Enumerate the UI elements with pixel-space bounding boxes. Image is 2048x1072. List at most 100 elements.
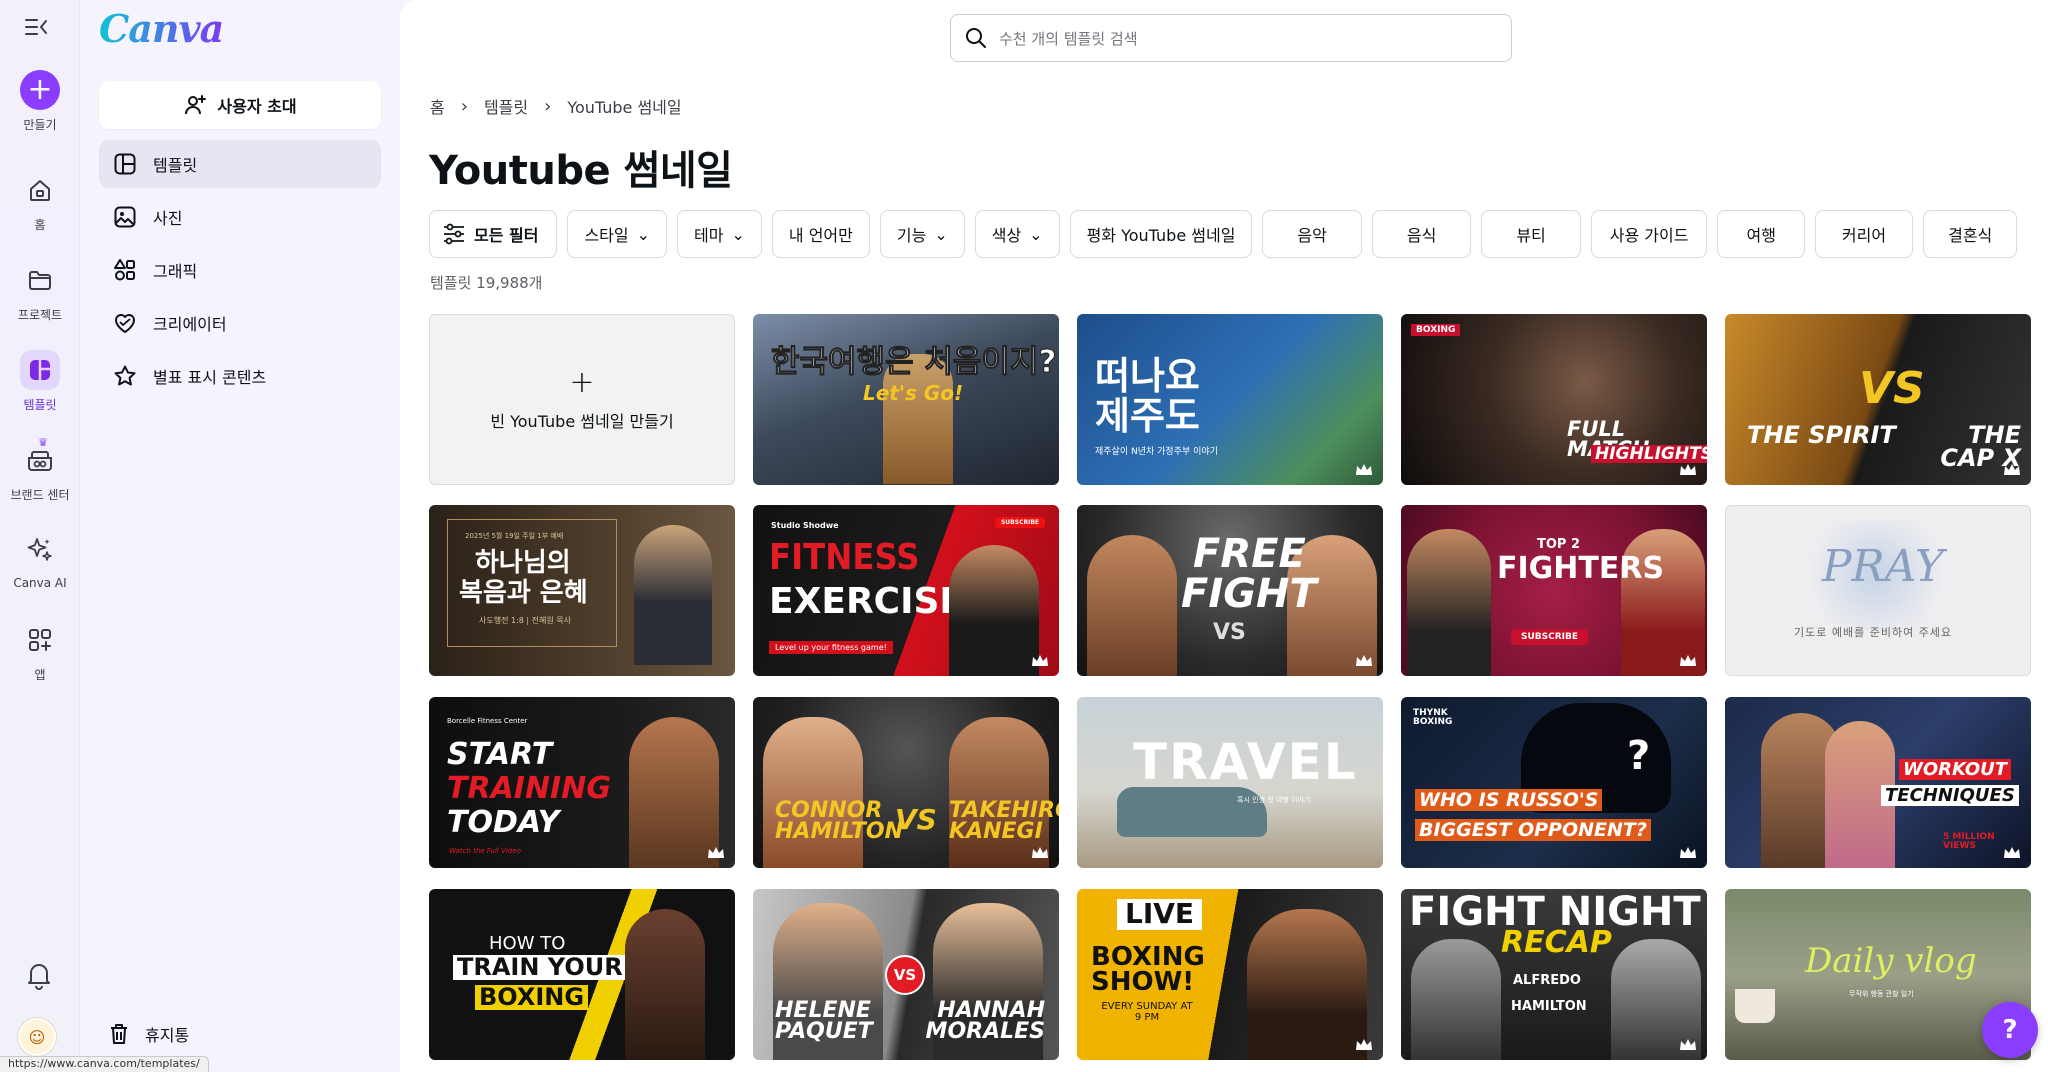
tag-chip[interactable]: 음악 bbox=[1262, 210, 1362, 258]
template-card[interactable]: Studio Shodwe SUBSCRIBE FITNESS EXERCISE… bbox=[753, 505, 1059, 676]
tag-chip[interactable]: 평화 YouTube 썸네일 bbox=[1069, 210, 1253, 258]
folder-icon bbox=[20, 260, 60, 300]
filter-color[interactable]: 색상 ⌄ bbox=[974, 210, 1060, 258]
template-card[interactable]: TOP 2 FIGHTERS SUBSCRIBE bbox=[1401, 505, 1707, 676]
crown-icon bbox=[2004, 464, 2020, 475]
tag-chip[interactable]: 음식 bbox=[1371, 210, 1472, 258]
template-icon bbox=[114, 153, 136, 175]
crown-icon bbox=[1032, 847, 1048, 858]
template-card[interactable]: 2025년 5월 19일 주일 1부 예배 하나님의 복음과 은혜 사도행전 1… bbox=[429, 505, 735, 676]
template-card[interactable]: FREE FIGHT VS bbox=[1077, 505, 1383, 676]
rail-projects[interactable]: 프로젝트 bbox=[0, 260, 80, 323]
sidebar-item-templates[interactable]: 템플릿 bbox=[99, 140, 381, 188]
template-card[interactable]: LIVE BOXING SHOW! EVERY SUNDAY AT 9 PM bbox=[1077, 889, 1383, 1060]
crown-icon bbox=[1356, 655, 1372, 666]
filter-sliders-icon bbox=[444, 223, 464, 245]
sidebar-toggle-icon[interactable] bbox=[24, 16, 50, 38]
template-card[interactable]: HOW TO TRAIN YOUR BOXING bbox=[429, 889, 735, 1060]
chevron-down-icon: ⌄ bbox=[636, 224, 651, 244]
template-card[interactable]: THE SPIRIT VS THE CAP X bbox=[1725, 314, 2031, 485]
template-card[interactable]: TRAVEL 혹시 인생 첫 여행 이야기 bbox=[1077, 697, 1383, 868]
creator-heart-icon bbox=[115, 314, 135, 333]
breadcrumb-home[interactable]: 홈 bbox=[430, 94, 445, 118]
crown-icon: ♛ bbox=[38, 436, 48, 449]
status-bar-url: https://www.canva.com/templates/ bbox=[0, 1056, 209, 1072]
crown-icon bbox=[708, 847, 724, 858]
page-title: Youtube 썸네일 bbox=[429, 148, 733, 194]
plus-icon: + bbox=[569, 364, 595, 400]
template-card[interactable]: 떠나요 제주도 제주살이 N년차 가정주부 이야기 bbox=[1077, 314, 1383, 485]
sidebar-item-starred[interactable]: 별표 표시 콘텐츠 bbox=[99, 352, 381, 400]
template-card[interactable]: 한국여행은 처음이지? Let's Go! bbox=[753, 314, 1059, 485]
chevron-down-icon: ⌄ bbox=[731, 224, 745, 244]
template-count: 템플릿 19,988개 bbox=[430, 274, 543, 292]
filter-theme[interactable]: 테마 ⌄ bbox=[677, 210, 762, 258]
template-card[interactable]: Borcelle Fitness Center START TRAINING T… bbox=[429, 697, 735, 868]
template-card[interactable]: BOXING FULL MATCH HIGHLIGHTS bbox=[1401, 314, 1707, 485]
brand-icon: ♛ bbox=[20, 436, 60, 480]
tag-chip[interactable]: 뷰티 bbox=[1481, 210, 1581, 258]
rail-apps[interactable]: 앱 bbox=[0, 620, 80, 683]
template-card[interactable]: VS HELENE PAQUET HANNAH MORALES bbox=[753, 889, 1059, 1060]
breadcrumb-current: YouTube 썸네일 bbox=[567, 98, 682, 117]
rail-ai[interactable]: Canva AI bbox=[0, 530, 80, 590]
star-icon bbox=[114, 365, 136, 386]
tag-chip[interactable]: 여행 bbox=[1717, 210, 1805, 258]
all-filters-button[interactable]: 모든 필터 bbox=[429, 210, 558, 258]
canva-logo[interactable]: Canva bbox=[99, 6, 224, 51]
filter-language[interactable]: 내 언어만 bbox=[771, 210, 870, 258]
add-user-icon bbox=[185, 95, 207, 115]
filter-feature[interactable]: 기능 ⌄ bbox=[879, 210, 965, 258]
help-button[interactable]: ? bbox=[1982, 1002, 2038, 1058]
avatar[interactable]: ☺ bbox=[18, 1018, 56, 1056]
photo-icon bbox=[114, 206, 136, 228]
rail-brand[interactable]: ♛ 브랜드 센터 bbox=[0, 436, 80, 503]
breadcrumb: 홈 › 템플릿 › YouTube 썸네일 bbox=[430, 94, 682, 118]
template-card[interactable]: WORKOUT TECHNIQUES 5 MILLION VIEWS bbox=[1725, 697, 2031, 868]
template-card[interactable]: THYNK BOXING ? WHO IS RUSSO'S BIGGEST OP… bbox=[1401, 697, 1707, 868]
sidebar-item-graphics[interactable]: 그래픽 bbox=[99, 246, 381, 294]
graphics-icon bbox=[114, 259, 135, 281]
main-content: 수천 개의 템플릿 검색 홈 › 템플릿 › YouTube 썸네일 Youtu… bbox=[400, 0, 2048, 1072]
sidebar: Canva 사용자 초대 템플릿 사진 그래픽 크리에이터 별표 표시 콘텐츠 … bbox=[80, 0, 400, 1072]
template-card[interactable]: FIGHT NIGHT RECAP ALFREDO HAMILTON bbox=[1401, 889, 1707, 1060]
rail-templates[interactable]: 템플릿 bbox=[0, 350, 80, 413]
tag-chip[interactable]: 커리어 bbox=[1814, 210, 1914, 258]
sparkle-icon bbox=[20, 530, 60, 570]
rail-home[interactable]: 홈 bbox=[0, 170, 80, 233]
crown-icon bbox=[1680, 655, 1696, 666]
chevron-down-icon: ⌄ bbox=[934, 224, 948, 244]
filter-style[interactable]: 스타일 ⌄ bbox=[567, 210, 668, 258]
template-card[interactable]: PRAY 기도로 예배를 준비하여 주세요 bbox=[1725, 505, 2031, 676]
templates-icon bbox=[20, 350, 60, 390]
invite-button[interactable]: 사용자 초대 bbox=[99, 81, 381, 129]
create-blank-thumbnail[interactable]: + 빈 YouTube 썸네일 만들기 bbox=[429, 314, 735, 485]
filter-bar: 모든 필터 스타일 ⌄ 테마 ⌄ 내 언어만 기능 ⌄ 색상 ⌄ 평화 YouTube … bbox=[429, 210, 2018, 258]
crown-icon bbox=[1032, 655, 1048, 666]
home-icon bbox=[20, 170, 60, 210]
search-input[interactable]: 수천 개의 템플릿 검색 bbox=[950, 14, 1512, 62]
chevron-right-icon: › bbox=[544, 95, 552, 117]
template-card[interactable]: CONNOR HAMILTON VS TAKEHIRO KANEGI bbox=[753, 697, 1059, 868]
crown-icon bbox=[1356, 464, 1372, 475]
sidebar-item-creators[interactable]: 크리에이터 bbox=[99, 299, 381, 347]
search-icon bbox=[966, 28, 986, 48]
sidebar-item-trash[interactable]: 휴지통 bbox=[99, 1022, 189, 1046]
rail-create[interactable]: + 만들기 bbox=[0, 70, 80, 133]
notifications-icon[interactable] bbox=[22, 958, 56, 992]
crown-icon bbox=[2004, 847, 2020, 858]
chevron-right-icon: › bbox=[460, 95, 468, 117]
left-rail: + 만들기 홈 프로젝트 템플릿 ♛ 브랜드 센터 Canva AI 앱 ☺ bbox=[0, 0, 80, 1072]
sidebar-item-photos[interactable]: 사진 bbox=[99, 193, 381, 241]
apps-icon bbox=[20, 620, 60, 660]
crown-icon bbox=[1680, 1039, 1696, 1050]
plus-icon: + bbox=[20, 70, 60, 110]
tag-chip[interactable]: 사용 가이드 bbox=[1590, 210, 1708, 258]
chevron-down-icon: ⌄ bbox=[1029, 224, 1043, 244]
trash-icon bbox=[111, 1024, 127, 1044]
crown-icon bbox=[1356, 1039, 1372, 1050]
crown-icon bbox=[1680, 464, 1696, 475]
breadcrumb-templates[interactable]: 템플릿 bbox=[484, 94, 528, 118]
tag-chip[interactable]: 결혼식 bbox=[1923, 210, 2018, 258]
crown-icon bbox=[1680, 847, 1696, 858]
